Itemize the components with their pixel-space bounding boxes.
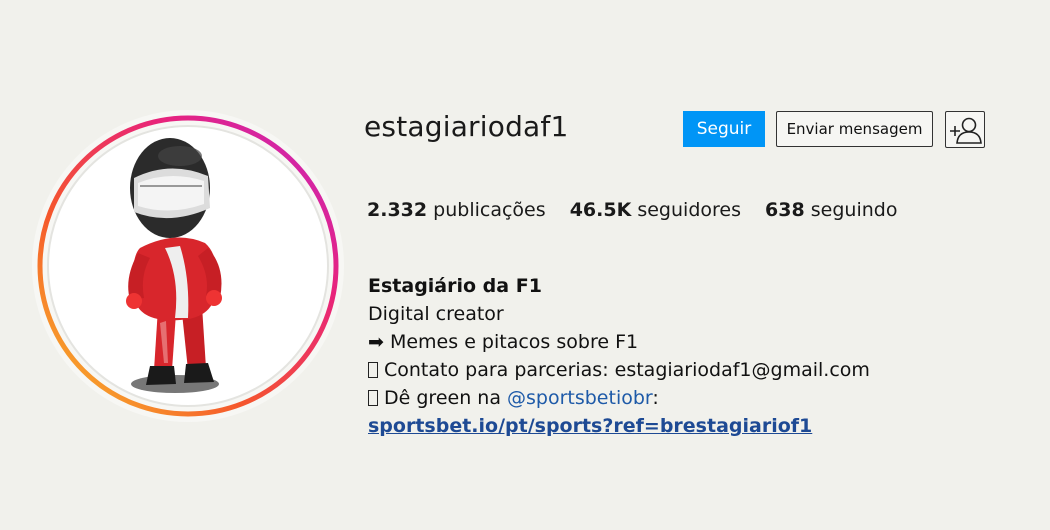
- unrendered-emoji-icon: [368, 390, 378, 406]
- posts-count: 2.332: [367, 199, 428, 221]
- follow-button[interactable]: Seguir: [683, 111, 765, 147]
- bio-line-contact-text: Contato para parcerias: estagiariodaf1@g…: [384, 359, 870, 381]
- followers-stat[interactable]: 46.5K seguidores: [570, 199, 741, 221]
- suggest-user-button[interactable]: [945, 111, 985, 148]
- profile-bio: Estagiário da F1 Digital creator ➡ Memes…: [368, 272, 870, 440]
- posts-stat: 2.332 publicações: [367, 199, 546, 221]
- bio-display-name: Estagiário da F1: [368, 275, 542, 297]
- profile-username: estagiariodaf1: [364, 110, 569, 143]
- sponsor-mention-link[interactable]: @sportsbetiobr: [507, 387, 652, 409]
- followers-label: seguidores: [637, 199, 741, 221]
- unrendered-emoji-icon: [368, 362, 378, 378]
- bio-line-sponsor: Dê green na @sportsbetiobr:: [368, 384, 870, 412]
- bio-line-contact: Contato para parcerias: estagiariodaf1@g…: [368, 356, 870, 384]
- bio-external-link[interactable]: sportsbet.io/pt/sports?ref=brestagiariof…: [368, 415, 812, 437]
- bio-line-sponsor-prefix: Dê green na: [384, 387, 507, 409]
- racing-driver-avatar-image: [126, 138, 222, 393]
- profile-stats: 2.332 publicações 46.5K seguidores 638 s…: [367, 199, 915, 221]
- following-label: seguindo: [810, 199, 898, 221]
- following-count: 638: [765, 199, 805, 221]
- bio-line-memes-text: Memes e pitacos sobre F1: [389, 331, 639, 353]
- add-user-icon: [950, 117, 982, 144]
- following-stat[interactable]: 638 seguindo: [765, 199, 897, 221]
- arrow-right-icon: ➡: [368, 331, 384, 353]
- profile-avatar[interactable]: [30, 108, 346, 424]
- posts-label: publicações: [433, 199, 546, 221]
- bio-category: Digital creator: [368, 303, 504, 325]
- followers-count: 46.5K: [569, 199, 632, 221]
- bio-line-memes: ➡ Memes e pitacos sobre F1: [368, 328, 870, 356]
- send-message-button[interactable]: Enviar mensagem: [776, 111, 933, 147]
- bio-line-sponsor-suffix: :: [652, 387, 659, 409]
